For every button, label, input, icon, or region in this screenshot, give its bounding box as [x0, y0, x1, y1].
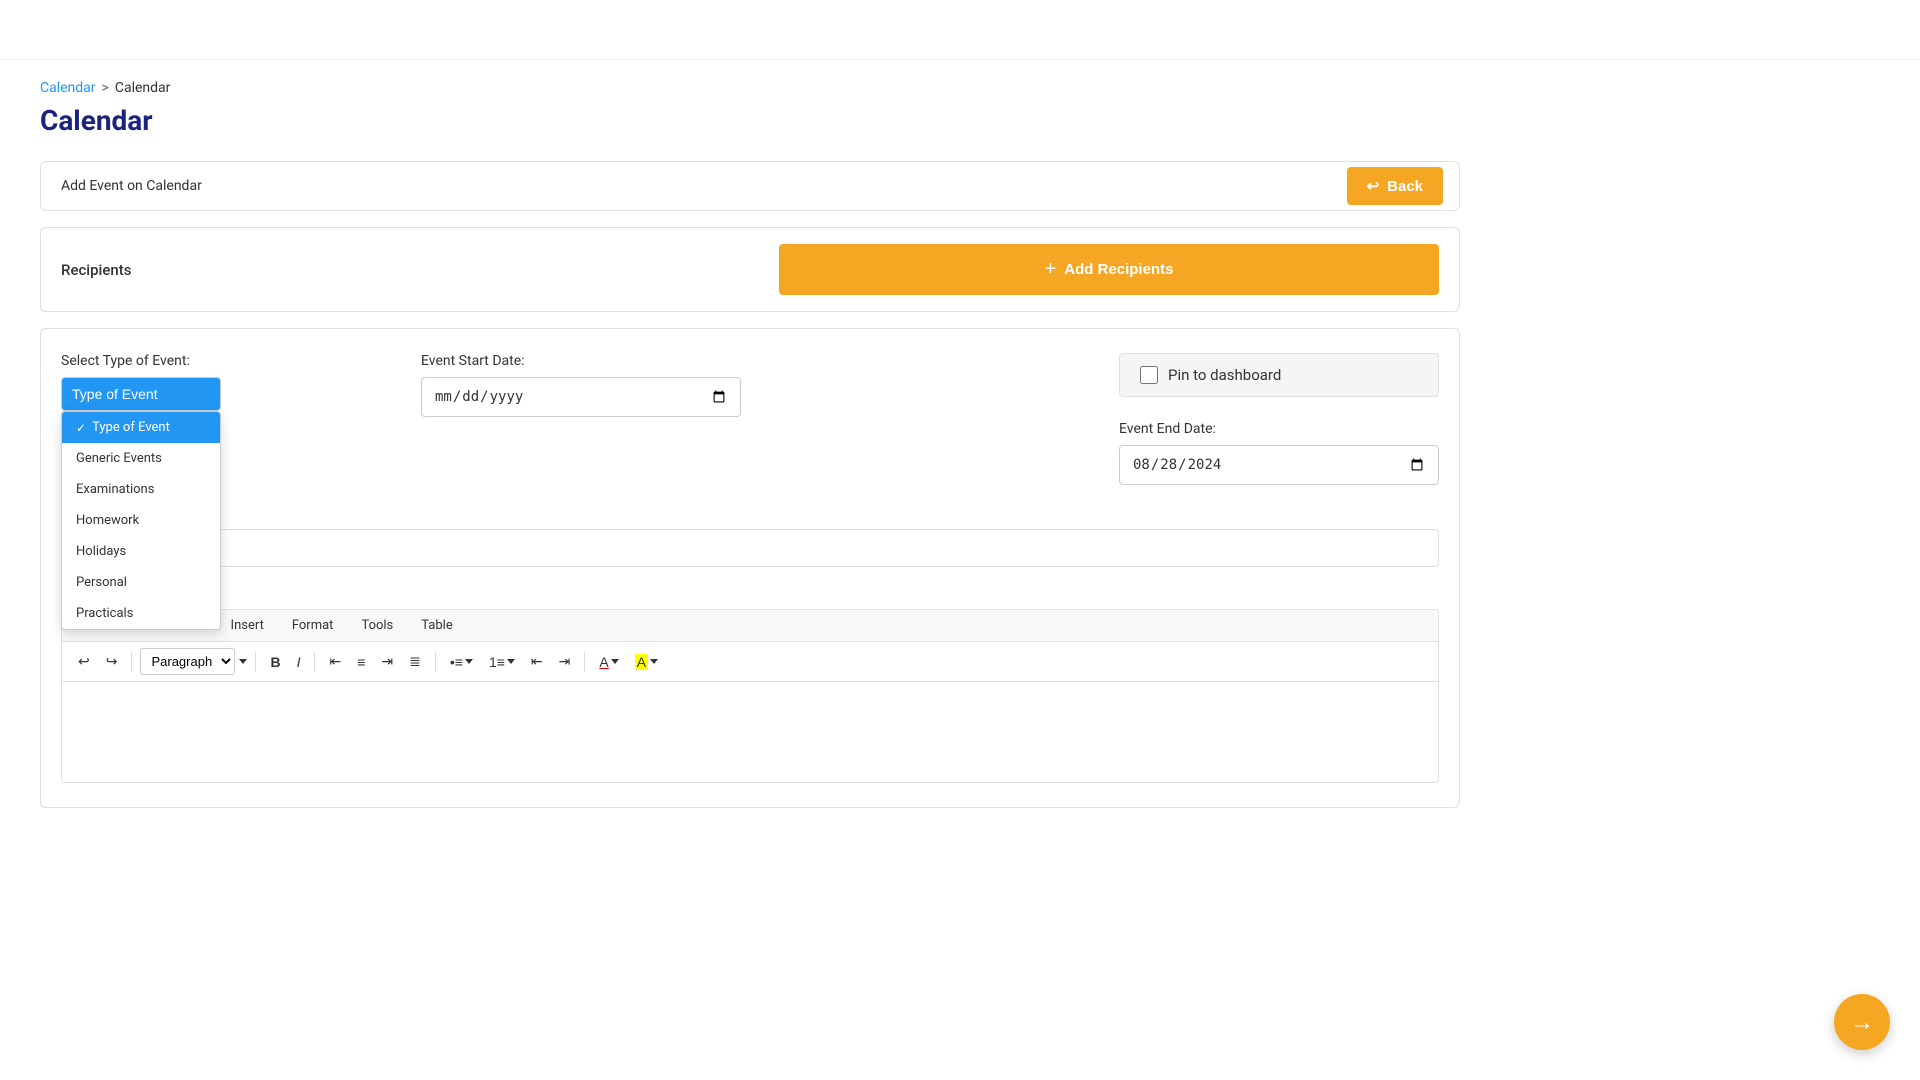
- separator-1: [131, 652, 132, 672]
- breadcrumb: Calendar > Calendar: [40, 80, 1460, 96]
- ol-icon: 1≡: [489, 654, 505, 670]
- editor-menubar: File Edit View Insert Format Tools Table: [62, 610, 1438, 642]
- title-label: Ti: [61, 505, 1439, 521]
- recipients-section: Recipients + Add Recipients: [40, 227, 1460, 312]
- separator-5: [584, 652, 585, 672]
- highlight-icon: A: [635, 654, 648, 670]
- dropdown-item-generic-events[interactable]: ✓ Generic Events: [62, 443, 220, 474]
- event-type-dropdown-container: Type of Event ✓ Type of Event ✓ Generic …: [61, 377, 221, 411]
- justify-icon: ≣: [409, 653, 421, 670]
- align-center-button[interactable]: ≡: [351, 650, 371, 674]
- redo-button[interactable]: ↪: [100, 649, 124, 674]
- indent-button[interactable]: ⇥: [553, 649, 577, 674]
- ul-chevron-icon: [465, 659, 473, 664]
- justify-button[interactable]: ≣: [403, 649, 427, 674]
- unordered-list-button[interactable]: •≡: [444, 650, 479, 674]
- pin-end-date-group: Pin to dashboard Event End Date:: [1119, 353, 1439, 485]
- event-type-group: Select Type of Event: Type of Event ✓ Ty…: [61, 353, 221, 411]
- breadcrumb-current: Calendar: [115, 80, 171, 96]
- menu-tools[interactable]: Tools: [347, 610, 407, 641]
- event-start-date-input[interactable]: [421, 377, 741, 417]
- recipients-label: Recipients: [61, 261, 131, 279]
- event-start-date-group: Event Start Date:: [421, 353, 741, 417]
- ul-icon: •≡: [450, 654, 463, 670]
- outdent-button[interactable]: ⇤: [525, 649, 549, 674]
- font-color-button[interactable]: A: [593, 650, 624, 674]
- align-left-icon: ⇤: [329, 653, 341, 670]
- form-section: Select Type of Event: Type of Event ✓ Ty…: [40, 328, 1460, 808]
- page-title: Calendar: [40, 104, 1460, 137]
- bold-icon: B: [270, 654, 280, 670]
- rich-text-editor: File Edit View Insert Format Tools Table…: [61, 609, 1439, 783]
- event-end-date-label: Event End Date:: [1119, 421, 1439, 437]
- menu-format[interactable]: Format: [278, 610, 348, 641]
- pin-dashboard-container: Pin to dashboard: [1119, 353, 1439, 397]
- dropdown-item-homework[interactable]: ✓ Homework: [62, 505, 220, 536]
- editor-toolbar: ↩ ↪ Paragraph B: [62, 642, 1438, 682]
- highlight-chevron-icon: [650, 659, 658, 664]
- form-row-1: Select Type of Event: Type of Event ✓ Ty…: [61, 353, 1439, 485]
- event-end-date-group: Event End Date:: [1119, 421, 1439, 485]
- align-right-button[interactable]: ⇥: [375, 649, 399, 674]
- font-color-chevron-icon: [611, 659, 619, 664]
- highlight-button[interactable]: A: [629, 650, 664, 674]
- event-type-label: Select Type of Event:: [61, 353, 221, 369]
- form-header-title: Add Event on Calendar: [61, 178, 202, 194]
- event-type-dropdown: ✓ Type of Event ✓ Generic Events ✓ Exami…: [61, 411, 221, 630]
- dropdown-item-examinations[interactable]: ✓ Examinations: [62, 474, 220, 505]
- outdent-icon: ⇤: [531, 653, 543, 670]
- dropdown-item-practicals[interactable]: ✓ Practicals: [62, 598, 220, 629]
- separator-3: [314, 652, 315, 672]
- paragraph-select[interactable]: Paragraph: [140, 648, 235, 675]
- plus-icon: +: [1045, 258, 1057, 281]
- breadcrumb-separator: >: [102, 80, 109, 96]
- editor-body[interactable]: [62, 682, 1438, 782]
- redo-icon: ↪: [106, 653, 118, 670]
- title-input[interactable]: [61, 529, 1439, 567]
- align-center-icon: ≡: [357, 654, 365, 670]
- breadcrumb-link[interactable]: Calendar: [40, 80, 96, 96]
- bold-button[interactable]: B: [264, 650, 286, 674]
- event-end-date-input[interactable]: [1119, 445, 1439, 485]
- chevron-down-icon: [239, 654, 247, 670]
- indent-icon: ⇥: [559, 653, 571, 670]
- dropdown-item-holidays[interactable]: ✓ Holidays: [62, 536, 220, 567]
- add-recipients-button[interactable]: + Add Recipients: [779, 244, 1439, 295]
- italic-icon: I: [297, 654, 301, 670]
- ol-chevron-icon: [507, 659, 515, 664]
- align-left-button[interactable]: ⇤: [323, 649, 347, 674]
- undo-button[interactable]: ↩: [72, 649, 96, 674]
- separator-2: [255, 652, 256, 672]
- undo-icon: ↩: [78, 653, 90, 670]
- align-right-icon: ⇥: [381, 653, 393, 670]
- ordered-list-button[interactable]: 1≡: [483, 650, 521, 674]
- back-button[interactable]: ↩ Back: [1347, 167, 1443, 205]
- details-label: Details: [61, 583, 1439, 601]
- form-header: Add Event on Calendar ↩ Back: [40, 161, 1460, 211]
- menu-table[interactable]: Table: [407, 610, 466, 641]
- pin-dashboard-label: Pin to dashboard: [1168, 366, 1281, 384]
- dropdown-item-personal[interactable]: ✓ Personal: [62, 567, 220, 598]
- menu-insert[interactable]: Insert: [217, 610, 278, 641]
- italic-button[interactable]: I: [291, 650, 307, 674]
- dropdown-item-type-of-event[interactable]: ✓ Type of Event: [62, 412, 220, 443]
- separator-4: [435, 652, 436, 672]
- title-section: Ti: [61, 505, 1439, 567]
- pin-dashboard-checkbox[interactable]: [1140, 366, 1158, 384]
- check-icon: ✓: [76, 421, 86, 435]
- details-section: Details File Edit View Insert Format Too…: [61, 583, 1439, 783]
- font-color-icon: A: [599, 654, 608, 670]
- event-type-select[interactable]: Type of Event: [61, 377, 221, 411]
- fab-button[interactable]: →: [1834, 994, 1890, 1050]
- event-start-date-label: Event Start Date:: [421, 353, 741, 369]
- fab-icon: →: [1850, 1008, 1874, 1037]
- back-arrow-icon: ↩: [1367, 177, 1380, 195]
